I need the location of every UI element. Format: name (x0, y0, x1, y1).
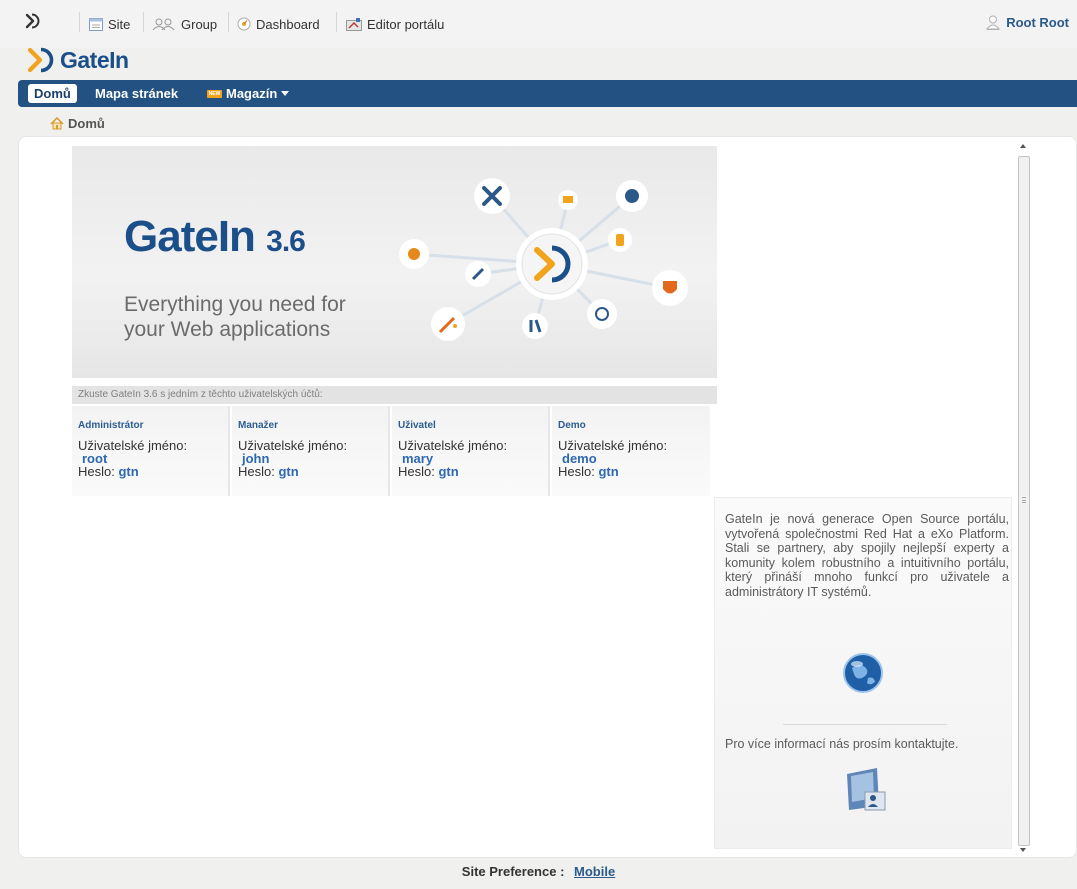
account-card: Manažer Uživatelské jméno: john Heslo: g… (232, 406, 390, 496)
site-preference: Site Preference : Mobile (0, 864, 1077, 879)
banner-product-name: GateIn (124, 212, 256, 261)
tools-icon (522, 313, 548, 339)
dashboard-menu[interactable]: Dashboard (237, 15, 320, 33)
feature-network-graphic (399, 178, 688, 341)
about-text: GateIn je nová generace Open Source port… (725, 512, 1009, 599)
portal-editor-menu[interactable]: Editor portálu (346, 15, 444, 33)
breadcrumb: Domů (50, 116, 105, 131)
top-toolbar: Site Group Dashboard Editor portálu Root… (0, 0, 1077, 48)
scrollbar-thumb[interactable] (1018, 156, 1030, 846)
account-card: Uživatel Uživatelské jméno: mary Heslo: … (392, 406, 550, 496)
toolbar-separator (228, 12, 229, 32)
account-password: gtn (438, 464, 459, 479)
mobile-link[interactable]: Mobile (574, 864, 615, 879)
gatein-logo-icon[interactable] (24, 12, 42, 30)
scrollbar-grip (1022, 497, 1026, 503)
home-icon (50, 117, 64, 130)
account-role: Administrátor (78, 420, 144, 431)
account-card: Demo Uživatelské jméno: demo Heslo: gtn (552, 406, 710, 496)
account-role: Manažer (238, 420, 279, 431)
group-icon (152, 18, 175, 30)
password-row: Heslo: gtn (78, 465, 228, 478)
nav-magazine[interactable]: NEW Magazín (207, 86, 290, 101)
toolbar-separator (336, 12, 337, 32)
site-icon (89, 17, 103, 31)
gear-icon (399, 239, 429, 269)
user-menu[interactable]: Root Root (986, 15, 1069, 30)
magic-wand-icon (431, 307, 465, 341)
site-label: Site (108, 16, 131, 32)
nav-sitemap-label: Mapa stránek (95, 86, 179, 101)
brand-name: GateIn (60, 46, 129, 73)
nav-sitemap[interactable]: Mapa stránek (95, 86, 178, 101)
gatein-brand-icon (28, 47, 54, 73)
password-label: Heslo: (398, 464, 435, 479)
new-badge: NEW (207, 89, 222, 98)
toolbar-separator (79, 12, 80, 32)
breadcrumb-home[interactable]: Domů (68, 116, 105, 131)
password-label: Heslo: (238, 464, 275, 479)
monitor-icon (558, 190, 578, 210)
nav-magazine-label: Magazín (226, 86, 278, 101)
main-navigation: Domů Mapa stránek NEW Magazín (18, 80, 1077, 107)
password-label: Heslo: (558, 464, 595, 479)
account-password: gtn (118, 464, 139, 479)
banner-tagline: Everything you need for your Web applica… (124, 293, 346, 341)
gauge-icon (587, 299, 617, 329)
about-box: GateIn je nová generace Open Source port… (714, 497, 1012, 849)
group-menu[interactable]: Group (152, 15, 217, 33)
account-role: Demo (558, 420, 586, 431)
divider (783, 724, 947, 725)
globe-icon (616, 180, 648, 212)
contact-text: Pro více informací nás prosím kontaktujt… (725, 737, 959, 751)
password-label: Heslo: (78, 464, 115, 479)
scroll-down-arrow[interactable] (1020, 848, 1026, 852)
editor-label: Editor portálu (367, 16, 445, 32)
link-icon (465, 261, 491, 287)
password-row: Heslo: gtn (558, 465, 710, 478)
banner-version: 3.6 (266, 225, 306, 258)
database-icon (608, 228, 632, 252)
chevron-down-icon (281, 91, 290, 96)
demo-accounts: Administrátor Uživatelské jméno: root He… (72, 406, 717, 496)
site-menu[interactable]: Site (89, 15, 130, 33)
account-password: gtn (598, 464, 619, 479)
brand-logo[interactable]: GateIn (28, 46, 129, 74)
account-password: gtn (278, 464, 299, 479)
nav-home[interactable]: Domů (28, 84, 77, 103)
vertical-scrollbar[interactable] (1017, 140, 1031, 856)
user-icon (986, 15, 1001, 30)
group-label: Group (181, 16, 218, 32)
editor-icon (346, 17, 362, 31)
banner-title: GateIn 3.6 (124, 212, 306, 262)
globe-icon[interactable] (840, 650, 886, 696)
toolbar-separator (143, 12, 144, 32)
try-accounts-note: Zkuste GateIn 3.6 s jedním z těchto uživ… (72, 386, 717, 404)
account-card: Administrátor Uživatelské jméno: root He… (72, 406, 230, 496)
promo-banner: GateIn 3.6 Everything you need for your … (72, 146, 717, 378)
password-row: Heslo: gtn (238, 465, 388, 478)
user-name: Root Root (1006, 15, 1069, 30)
contact-card-icon[interactable] (843, 766, 887, 812)
shield-icon (652, 270, 688, 306)
dashboard-label: Dashboard (256, 16, 320, 32)
dashboard-icon (237, 17, 251, 31)
account-role: Uživatel (398, 420, 436, 431)
site-preference-label: Site Preference : (461, 864, 565, 879)
scroll-up-arrow[interactable] (1020, 144, 1026, 148)
password-row: Heslo: gtn (398, 465, 548, 478)
wrench-icon (474, 178, 510, 214)
